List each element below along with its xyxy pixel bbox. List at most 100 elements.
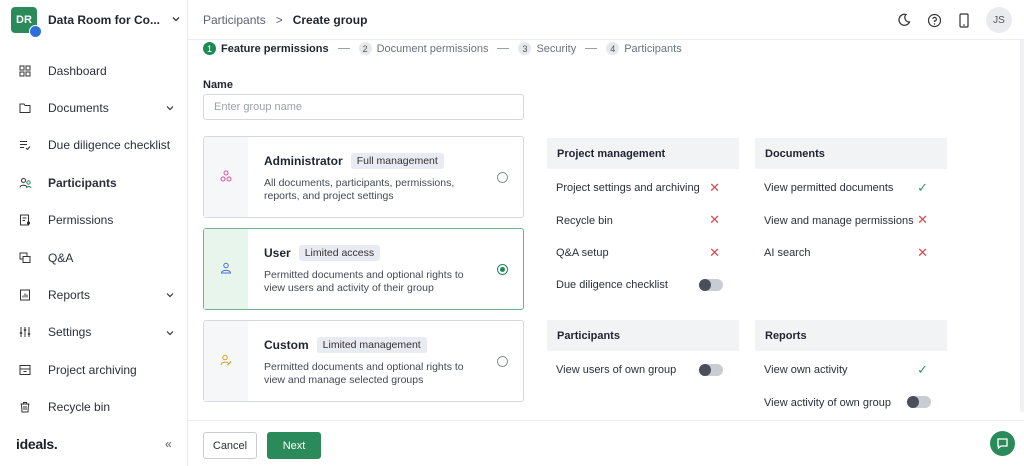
role-tag: Limited management <box>316 337 427 353</box>
role-description: Permitted documents and optional rights … <box>264 269 464 294</box>
collapse-sidebar-icon[interactable]: « <box>165 437 172 451</box>
documents-icon <box>18 101 32 115</box>
role-description: All documents, participants, permissions… <box>264 177 455 202</box>
due-diligence-toggle[interactable] <box>699 279 723 292</box>
role-radio-custom[interactable] <box>497 356 508 367</box>
role-description: Permitted documents and optional rights … <box>264 361 464 386</box>
panel-reports: Reports View own activity ✓ View activit… <box>755 320 947 419</box>
sidebar-item-label: Q&A <box>48 250 74 265</box>
footer-actions: Cancel Next <box>188 420 1024 466</box>
role-radio-administrator[interactable] <box>497 172 508 183</box>
check-icon: ✓ <box>917 362 928 377</box>
trash-icon <box>18 400 32 414</box>
sidebar-item-settings[interactable]: Settings <box>0 314 188 351</box>
step-number: 4 <box>606 42 620 55</box>
chevron-down-icon[interactable] <box>165 327 175 341</box>
perm-row: View permitted documents ✓ <box>755 172 947 204</box>
breadcrumb-separator: > <box>275 13 283 27</box>
sidebar-item-due-diligence[interactable]: Due diligence checklist <box>0 127 188 164</box>
view-users-toggle[interactable] <box>699 364 723 376</box>
project-name: Data Room for Co... <box>48 13 161 27</box>
chevron-down-icon[interactable] <box>171 13 181 27</box>
chevron-down-icon[interactable] <box>165 289 175 303</box>
card-body: Administrator Full management All docume… <box>248 137 523 217</box>
sidebar-item-recycle-bin[interactable]: Recycle bin <box>0 389 188 426</box>
breadcrumb-participants[interactable]: Participants <box>203 13 266 27</box>
role-card-user[interactable]: User Limited access Permitted documents … <box>203 228 524 310</box>
role-tag: Limited access <box>298 245 381 261</box>
card-title-row: Custom Limited management <box>264 337 523 353</box>
cancel-button[interactable]: Cancel <box>203 432 257 459</box>
card-body: Custom Limited management Permitted docu… <box>248 321 523 401</box>
perm-row: View activity of own group <box>755 386 947 418</box>
sidebar-item-label: Settings <box>48 325 92 340</box>
help-icon[interactable] <box>926 12 942 28</box>
card-icon-area <box>204 137 248 217</box>
permissions-icon <box>18 213 32 227</box>
step-document-permissions[interactable]: 2 Document permissions <box>358 42 489 55</box>
panel-title: Project management <box>547 138 739 169</box>
sidebar-item-permissions[interactable]: Permissions <box>0 202 188 239</box>
sidebar-item-dashboard[interactable]: Dashboard <box>0 52 188 89</box>
next-button[interactable]: Next <box>267 432 321 459</box>
chevron-down-icon[interactable] <box>165 102 175 116</box>
sidebar-item-qa[interactable]: Q&A <box>0 239 188 276</box>
cross-icon: ✕ <box>709 180 720 195</box>
perm-label: View own activity <box>764 364 848 377</box>
top-header: Participants > Create group JS <box>188 0 1024 40</box>
avatar[interactable]: JS <box>986 7 1012 33</box>
brand-logo: ideals. <box>16 436 58 452</box>
cross-icon: ✕ <box>917 212 928 228</box>
step-feature-permissions[interactable]: 1 Feature permissions <box>203 42 329 55</box>
user-icon <box>220 262 232 277</box>
participants-icon <box>18 176 32 190</box>
role-radio-user[interactable] <box>497 264 508 275</box>
perm-row: View and manage permissions ✕ <box>755 204 947 236</box>
perm-label: Project settings and archiving <box>556 182 700 195</box>
reports-icon <box>18 288 32 302</box>
scrollbar[interactable] <box>1020 40 1024 412</box>
step-label: Document permissions <box>376 42 489 55</box>
panel-title: Participants <box>547 320 739 351</box>
header-actions: JS <box>896 7 1012 33</box>
admin-icon <box>220 170 232 185</box>
perm-label: AI search <box>764 246 811 259</box>
perm-row: Q&A setup ✕ <box>547 237 739 269</box>
mobile-icon[interactable] <box>956 12 972 28</box>
dashboard-icon <box>18 64 32 78</box>
role-card-custom[interactable]: Custom Limited management Permitted docu… <box>203 320 524 402</box>
role-title: Custom <box>264 338 309 352</box>
sidebar-item-project-archiving[interactable]: Project archiving <box>0 351 188 388</box>
step-label: Participants <box>624 42 682 55</box>
moon-icon[interactable] <box>896 12 912 28</box>
sidebar-item-label: Dashboard <box>48 63 107 78</box>
sidebar-item-label: Project archiving <box>48 362 137 377</box>
panel-participants: Participants View users of own group <box>547 320 739 386</box>
sidebar-item-documents[interactable]: Documents <box>0 89 188 126</box>
sidebar-item-participants[interactable]: Participants <box>0 164 188 201</box>
clock-badge-icon <box>29 25 42 38</box>
project-switcher[interactable]: DR Data Room for Co... <box>11 7 181 38</box>
perm-row: View own activity ✓ <box>755 354 947 386</box>
perm-label: View and manage permissions <box>764 214 914 227</box>
group-name-input[interactable] <box>203 94 524 120</box>
breadcrumb: Participants > Create group <box>203 13 367 27</box>
step-participants[interactable]: 4 Participants <box>606 42 682 55</box>
step-security[interactable]: 3 Security <box>518 42 576 55</box>
panel-documents: Documents View permitted documents ✓ Vie… <box>755 138 947 269</box>
chat-icon[interactable] <box>990 431 1015 456</box>
panel-title: Reports <box>755 320 947 351</box>
page-title: Create group <box>292 13 368 27</box>
card-title-row: Administrator Full management <box>264 153 523 169</box>
sidebar: DR Data Room for Co... Dashboard Documen… <box>0 0 188 466</box>
view-group-activity-toggle[interactable] <box>907 396 931 409</box>
perm-label: Due diligence checklist <box>556 279 668 292</box>
qa-icon <box>18 251 32 265</box>
project-initials: DR <box>16 14 32 26</box>
perm-label: Q&A setup <box>556 246 609 259</box>
sidebar-item-reports[interactable]: Reports <box>0 276 188 313</box>
perm-row: Due diligence checklist <box>547 269 739 301</box>
perm-label: View activity of own group <box>764 396 891 409</box>
perm-row: View users of own group <box>547 354 739 386</box>
role-card-administrator[interactable]: Administrator Full management All docume… <box>203 136 524 218</box>
